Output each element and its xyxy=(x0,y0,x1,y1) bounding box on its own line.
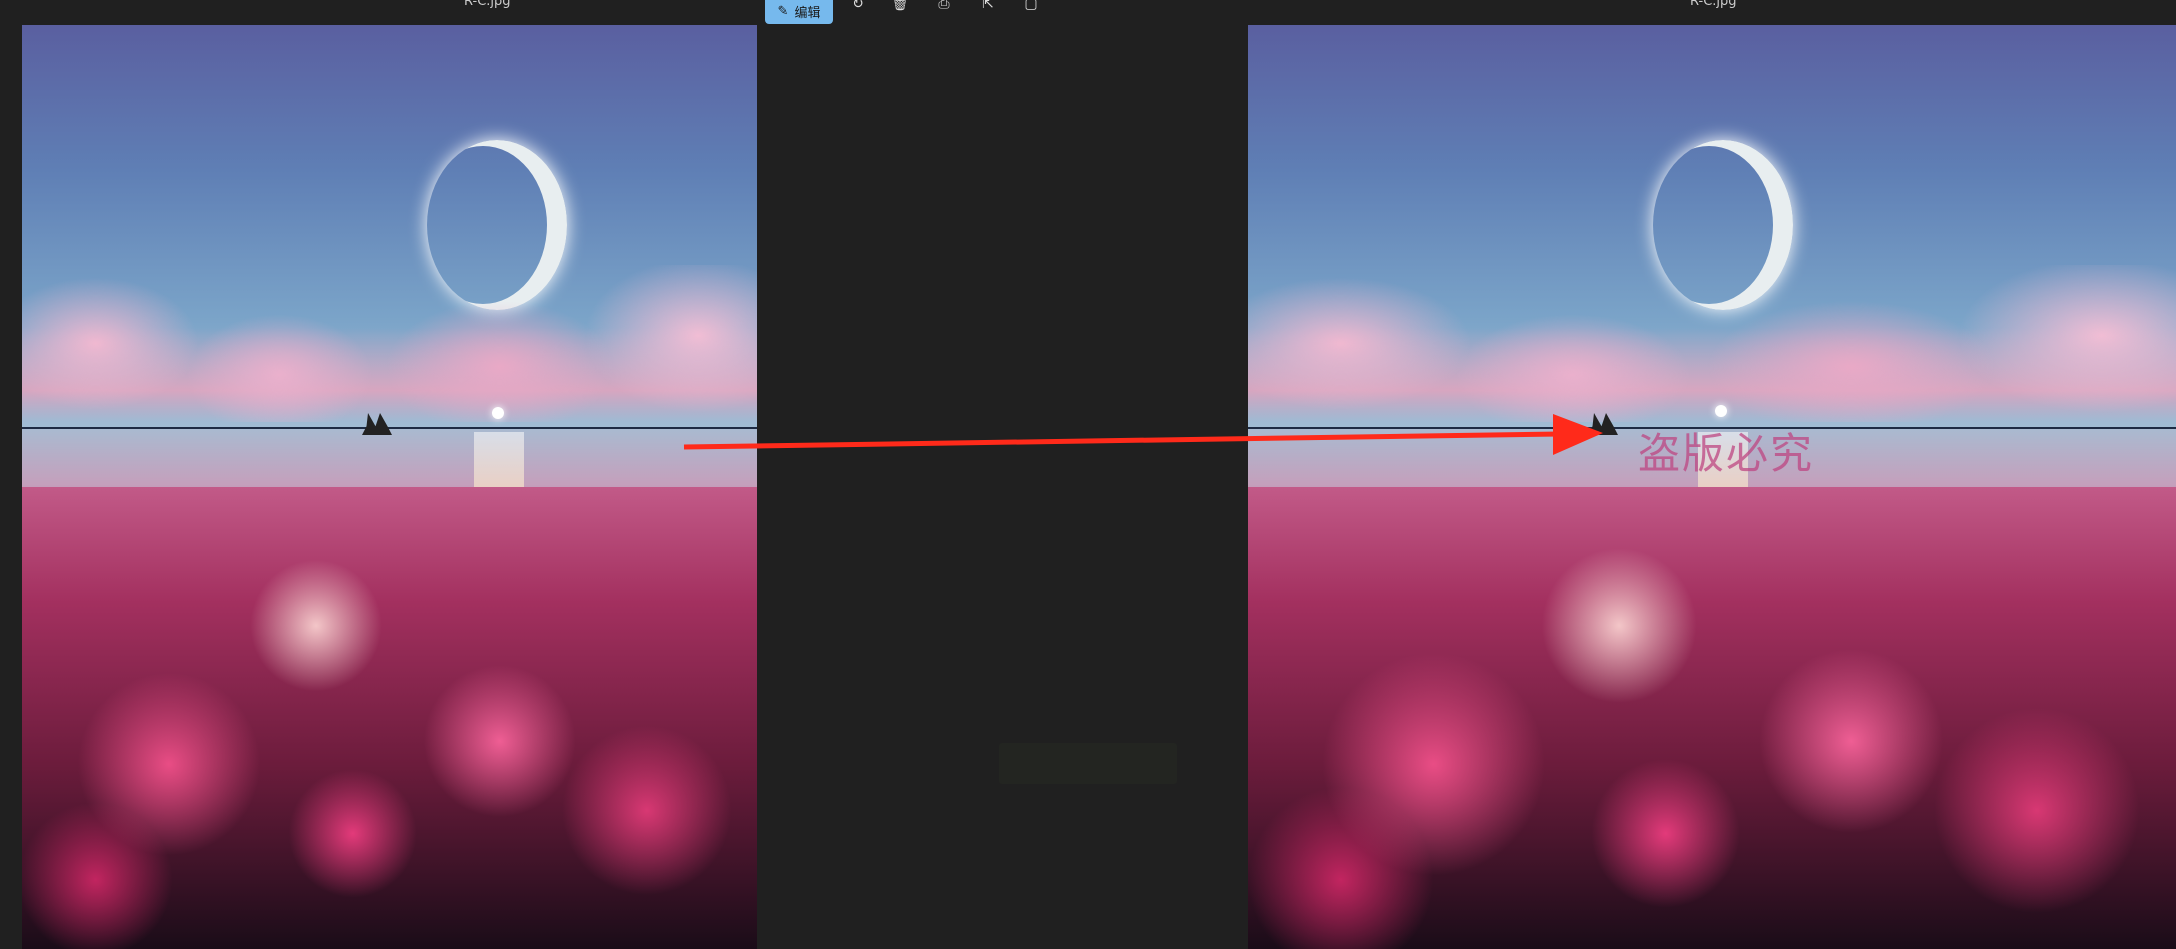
red-arrow-annotation xyxy=(683,414,1603,455)
edit-pencil-icon: ✎ xyxy=(777,3,789,19)
edit-label: 编辑 xyxy=(794,5,821,21)
share-icon[interactable]: ⇱ xyxy=(978,0,998,12)
more-icon[interactable]: ··· xyxy=(1066,0,1086,8)
edit-button[interactable]: ✎ 编辑 xyxy=(765,0,833,24)
rotate-icon[interactable]: ↻ xyxy=(848,0,868,12)
print-icon[interactable]: ⎙ xyxy=(934,0,954,12)
edit-image-icon[interactable]: ▢ xyxy=(1021,0,1041,12)
delete-icon[interactable]: 🗑 xyxy=(890,0,910,12)
